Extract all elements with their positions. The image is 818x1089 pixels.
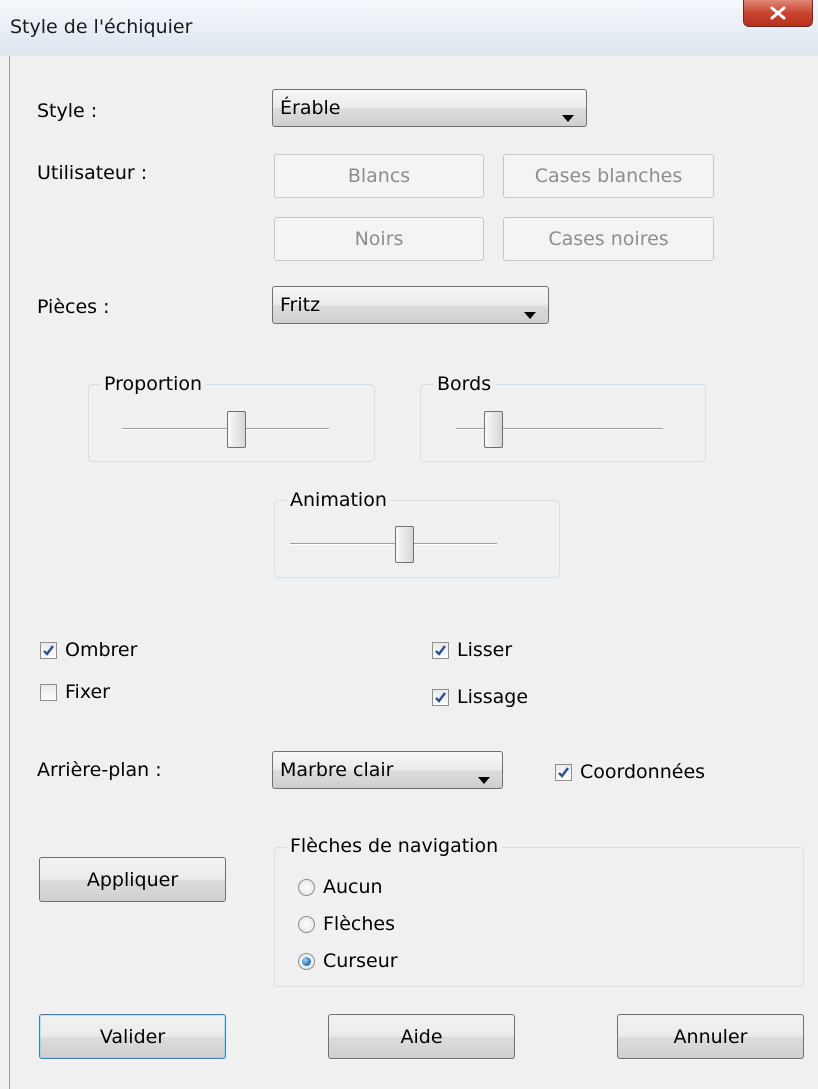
cases-blanches-button[interactable]: Cases blanches <box>503 154 714 198</box>
fixer-label: Fixer <box>65 681 110 703</box>
style-label: Style : <box>37 100 98 122</box>
bords-slider-thumb[interactable] <box>484 411 504 448</box>
checkmark-icon <box>558 766 569 778</box>
close-button[interactable] <box>743 0 813 27</box>
cases-noires-button[interactable]: Cases noires <box>503 217 714 261</box>
radio-aucun[interactable]: Aucun <box>298 876 383 898</box>
annuler-button[interactable]: Annuler <box>617 1014 804 1059</box>
appliquer-button[interactable]: Appliquer <box>39 857 226 902</box>
radio-curseur-label: Curseur <box>323 950 398 972</box>
fixer-checkbox-box[interactable] <box>40 683 57 701</box>
bords-group <box>420 384 706 462</box>
radio-fleches-circle[interactable] <box>298 915 315 933</box>
radio-aucun-label: Aucun <box>323 876 383 898</box>
chevron-down-icon <box>478 767 490 789</box>
valider-button[interactable]: Valider <box>39 1014 226 1059</box>
aide-button[interactable]: Aide <box>328 1014 515 1059</box>
coordonnees-checkbox[interactable]: Coordonnées <box>555 761 705 783</box>
radio-fleches-label: Flèches <box>323 913 395 935</box>
arriere-plan-value: Marbre clair <box>280 759 394 781</box>
bords-label: Bords <box>433 373 496 395</box>
noirs-button[interactable]: Noirs <box>274 217 484 261</box>
fixer-checkbox[interactable]: Fixer <box>40 681 110 703</box>
animation-label: Animation <box>286 489 391 511</box>
lissage-label: Lissage <box>457 686 529 708</box>
close-icon <box>769 6 787 20</box>
coordonnees-label: Coordonnées <box>580 761 706 783</box>
lisser-label: Lisser <box>457 639 513 661</box>
chevron-down-icon <box>562 105 574 127</box>
radio-curseur[interactable]: Curseur <box>298 950 398 972</box>
chevron-down-icon <box>524 302 536 324</box>
lisser-checkbox-box[interactable] <box>432 641 449 659</box>
pieces-value: Fritz <box>280 294 321 316</box>
radio-curseur-circle[interactable] <box>298 952 315 970</box>
blancs-button[interactable]: Blancs <box>274 154 484 198</box>
checkmark-icon <box>435 644 446 656</box>
radio-selected-dot <box>302 956 311 966</box>
lissage-checkbox[interactable]: Lissage <box>432 686 528 708</box>
ombrer-checkbox[interactable]: Ombrer <box>40 639 137 661</box>
radio-aucun-circle[interactable] <box>298 878 315 896</box>
arriere-plan-combobox[interactable]: Marbre clair <box>272 751 503 789</box>
ombrer-checkbox-box[interactable] <box>40 641 57 659</box>
checkmark-icon <box>43 644 54 656</box>
pieces-combobox[interactable]: Fritz <box>272 286 549 324</box>
navigation-group-title: Flèches de navigation <box>286 835 503 857</box>
animation-group <box>274 500 560 578</box>
proportion-slider-track[interactable] <box>122 428 329 430</box>
animation-slider-track[interactable] <box>290 543 497 545</box>
window-title: Style de l'échiquier <box>10 16 193 38</box>
animation-slider-thumb[interactable] <box>394 526 414 563</box>
lisser-checkbox[interactable]: Lisser <box>432 639 512 661</box>
title-bar[interactable]: Style de l'échiquier <box>0 0 818 56</box>
coordonnees-checkbox-box[interactable] <box>555 763 572 781</box>
pieces-label: Pièces : <box>37 296 110 318</box>
proportion-label: Proportion <box>100 373 207 395</box>
utilisateur-label: Utilisateur : <box>37 162 148 184</box>
lissage-checkbox-box[interactable] <box>432 688 449 706</box>
style-combobox[interactable]: Érable <box>272 89 587 127</box>
arriere-plan-label: Arrière-plan : <box>37 759 162 781</box>
radio-fleches[interactable]: Flèches <box>298 913 395 935</box>
ombrer-label: Ombrer <box>65 639 138 661</box>
proportion-slider-thumb[interactable] <box>226 411 246 448</box>
style-value: Érable <box>280 97 341 119</box>
checkmark-icon <box>435 691 446 703</box>
